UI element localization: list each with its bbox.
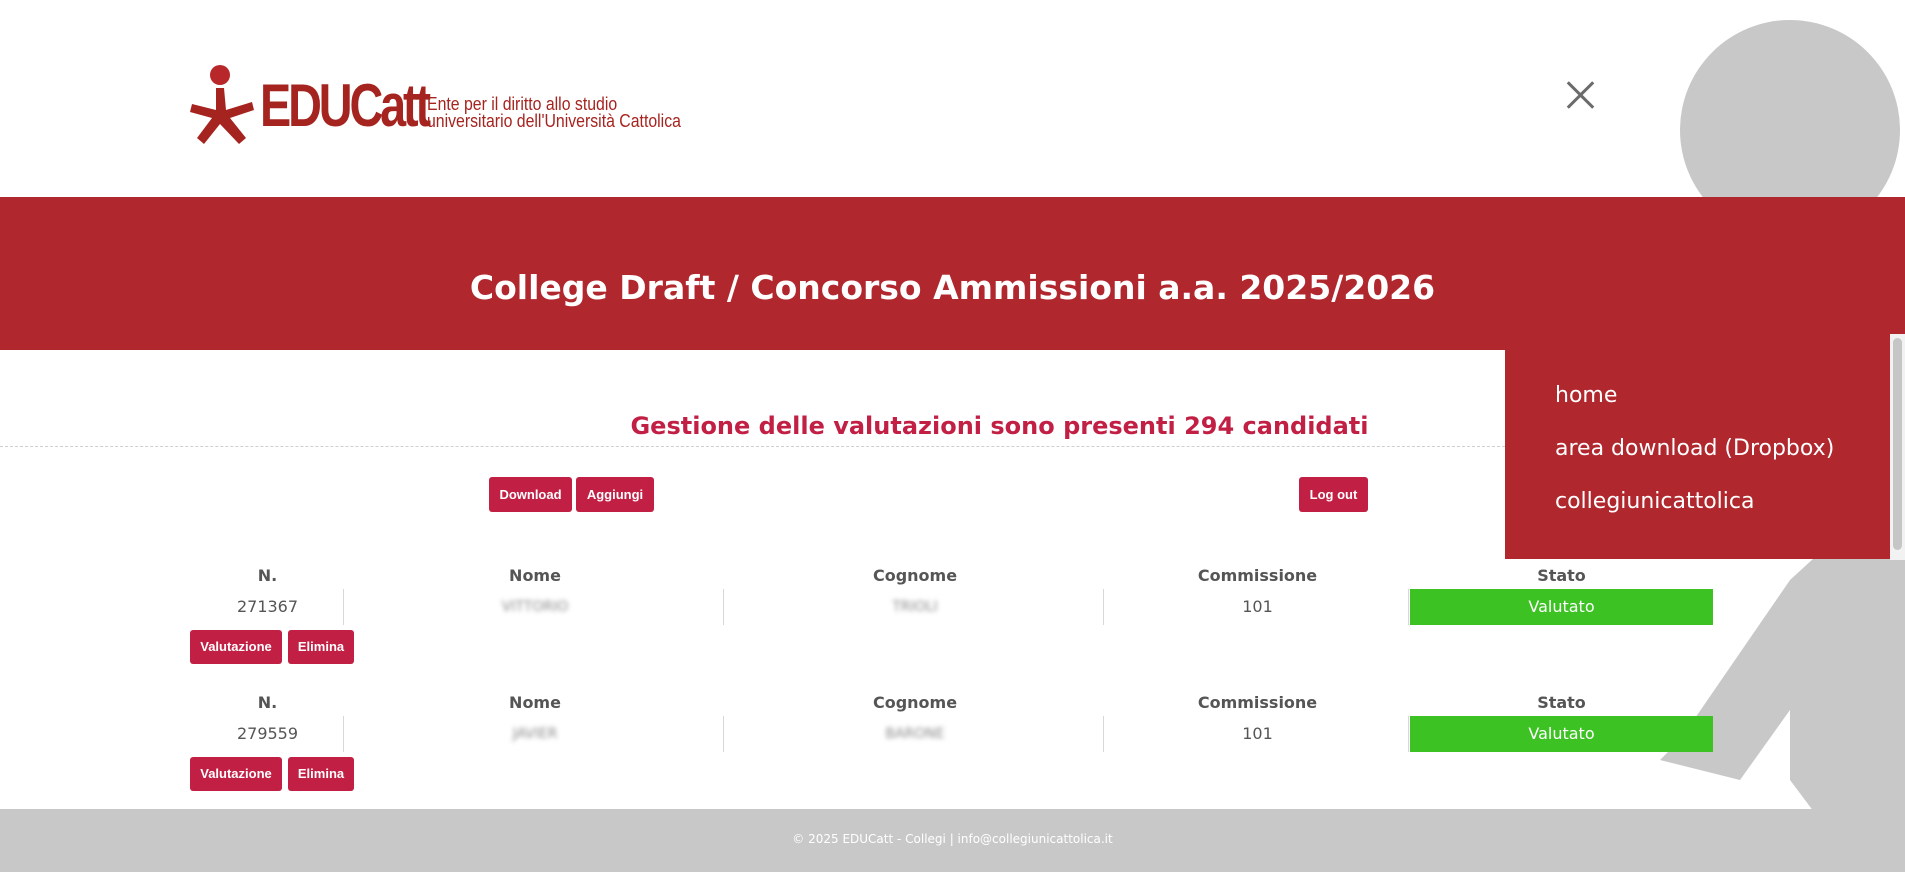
cell-separator [1103, 716, 1104, 752]
menu-item-area-download[interactable]: area download (Dropbox) [1555, 436, 1834, 461]
divider [0, 446, 1505, 447]
column-header-nome: Nome [509, 566, 561, 585]
educatt-logo-icon [190, 65, 254, 144]
column-header-cognome: Cognome [872, 693, 958, 712]
cell-n: 271367 [236, 597, 299, 616]
cell-separator [1408, 716, 1409, 752]
page: EDUCatt Ente per il diritto allo studio … [0, 0, 1905, 872]
menu-scrollbar[interactable] [1890, 334, 1905, 560]
logout-button[interactable]: Log out [1299, 477, 1368, 512]
cell-separator [1103, 589, 1104, 625]
menu-scrollbar-thumb[interactable] [1893, 338, 1902, 550]
column-header-n: N. [257, 566, 278, 585]
column-header-stato: Stato [1537, 693, 1586, 712]
close-icon[interactable] [1563, 77, 1599, 113]
cell-commissione: 101 [1242, 724, 1273, 743]
status-badge: Valutato [1410, 589, 1713, 625]
cell-separator [723, 589, 724, 625]
download-button[interactable]: Download [489, 477, 572, 512]
column-header-commissione: Commissione [1197, 693, 1318, 712]
logo-subtitle-line-2: universitario dell'Università Cattolica [427, 111, 681, 131]
column-header-commissione: Commissione [1197, 566, 1318, 585]
status-badge: Valutato [1410, 716, 1713, 752]
page-title: College Draft / Concorso Ammissioni a.a.… [469, 268, 1436, 307]
candidates-count-heading: Gestione delle valutazioni sono presenti… [630, 412, 1369, 440]
valutazione-button[interactable]: Valutazione [190, 630, 282, 664]
cell-n: 279559 [236, 724, 299, 743]
column-header-stato: Stato [1537, 566, 1586, 585]
menu-item-home[interactable]: home [1555, 383, 1617, 408]
column-header-cognome: Cognome [872, 566, 958, 585]
valutazione-button[interactable]: Valutazione [190, 757, 282, 791]
footer-text: © 2025 EDUCatt - Collegi | info@collegiu… [792, 832, 1113, 846]
elimina-button[interactable]: Elimina [288, 630, 354, 664]
cell-cognome: TRIOLI [892, 599, 938, 615]
side-menu: home area download (Dropbox) collegiunic… [1505, 350, 1890, 559]
cell-separator [723, 716, 724, 752]
cell-cognome: BARONE [885, 726, 945, 742]
cell-commissione: 101 [1242, 597, 1273, 616]
logo-wordmark: EDUCatt [260, 72, 431, 139]
cell-nome: VITTORIO [501, 599, 569, 615]
cell-separator [343, 716, 344, 752]
educatt-logo[interactable]: EDUCatt Ente per il diritto allo studio … [190, 60, 681, 146]
menu-item-collegiunicattolica[interactable]: collegiunicattolica [1555, 489, 1754, 514]
footer: © 2025 EDUCatt - Collegi | info@collegiu… [0, 809, 1905, 872]
logo-subtitle: Ente per il diritto allo studio universi… [427, 95, 681, 131]
column-header-nome: Nome [509, 693, 561, 712]
cell-separator [1408, 589, 1409, 625]
table-row: N. Nome Cognome Commissione Stato 271367… [190, 566, 1720, 686]
column-header-n: N. [257, 693, 278, 712]
cell-separator [343, 589, 344, 625]
elimina-button[interactable]: Elimina [288, 757, 354, 791]
cell-nome: JAVIER [512, 726, 558, 742]
add-button[interactable]: Aggiungi [576, 477, 654, 512]
table-row: N. Nome Cognome Commissione Stato 279559… [190, 693, 1720, 813]
